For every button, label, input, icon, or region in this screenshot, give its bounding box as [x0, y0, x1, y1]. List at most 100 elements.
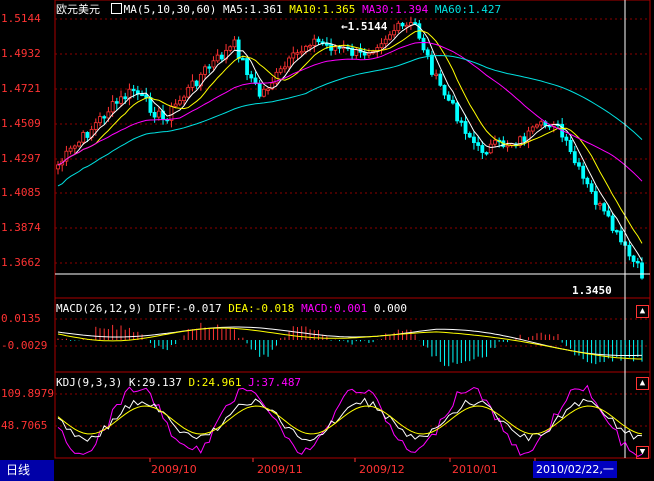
kdj-j-value: J:37.487	[248, 376, 302, 389]
candle-body	[640, 262, 644, 279]
price-axis-label: 1.4509	[1, 117, 41, 130]
candle-body	[282, 66, 287, 70]
candle-body	[400, 22, 405, 27]
candle-body	[467, 133, 472, 138]
candle-body	[295, 52, 300, 55]
candle-body	[261, 88, 266, 97]
date-axis-label: 2009/10	[151, 463, 197, 476]
candle-body	[505, 144, 510, 148]
candle-body	[476, 142, 481, 146]
macd-macd-value: MACD:0.001	[301, 302, 368, 315]
price-axis-label: 1.4932	[1, 47, 41, 60]
candle-body	[593, 191, 598, 205]
candle-body	[438, 73, 443, 86]
ma5-value: MA5:1.361	[222, 3, 283, 16]
candle-body	[207, 66, 212, 69]
candle-body	[68, 147, 73, 152]
candle-body	[379, 43, 384, 49]
candle-body	[430, 54, 434, 75]
ma-label: MA(5,10,30,60)	[123, 3, 217, 16]
macd-diff-line	[57, 326, 642, 356]
high-arrow: ←	[341, 20, 348, 33]
candle-body	[278, 68, 283, 73]
ma-settings-icon[interactable]	[110, 3, 122, 14]
candle-body	[219, 54, 224, 60]
macd-diff-value: DIFF:-0.017	[148, 302, 222, 315]
candle-body	[308, 45, 312, 48]
candle-body	[530, 126, 535, 132]
price-axis-label: 1.5144	[1, 12, 41, 25]
price-high-marker: ←1.5144	[341, 21, 387, 33]
candle-body	[236, 39, 241, 59]
candle-body	[72, 145, 77, 149]
candle-body	[312, 38, 317, 46]
candle-body	[493, 139, 497, 145]
macd-legend: MACD(26,12,9) DIFF:-0.017 DEA:-0.018 MAC…	[56, 303, 407, 315]
candle-body	[404, 24, 409, 28]
date-axis-label: 2010/01	[452, 463, 498, 476]
candle-body	[77, 141, 81, 147]
macd-axis-label: -0.0029	[1, 339, 48, 352]
macd-axis-label: 0.0135	[1, 312, 41, 325]
macd-label: MACD(26,12,9)	[56, 302, 143, 315]
candle-body	[635, 261, 640, 264]
candle-body	[102, 116, 107, 119]
kdj-k-line	[57, 397, 643, 442]
candle-body	[425, 49, 430, 56]
candle-body	[152, 112, 157, 118]
candle-body	[585, 177, 590, 185]
candle-body	[131, 88, 136, 92]
kdj-d-line	[57, 405, 643, 435]
candle-body	[463, 121, 468, 134]
candle-body	[606, 210, 611, 217]
candle-body	[459, 120, 464, 123]
candle-body	[245, 58, 249, 76]
candle-body	[177, 100, 182, 105]
macd-dea-value: DEA:-0.018	[228, 302, 295, 315]
expand-down-icon[interactable]: ▼	[636, 446, 649, 459]
candle-body	[434, 73, 439, 76]
candle-body	[140, 93, 144, 97]
ma30-line	[57, 41, 643, 182]
chart-window[interactable]: 欧元美元 MA(5,10,30,60) MA5:1.361 MA10:1.365…	[0, 0, 654, 481]
date-axis-label: 2009/11	[257, 463, 303, 476]
ma10-line	[57, 30, 643, 244]
ma5-line	[57, 23, 643, 261]
ma60-value: MA60:1.427	[434, 3, 502, 16]
candle-body	[598, 203, 602, 206]
ma10-value: MA10:1.365	[289, 3, 356, 16]
candle-body	[182, 96, 186, 102]
price-low-value: 1.3450	[572, 284, 612, 297]
candle-body	[98, 116, 102, 124]
candle-body	[396, 22, 401, 32]
candle-body	[211, 60, 216, 68]
candle-body	[266, 88, 270, 91]
candle-body	[627, 244, 632, 257]
cursor-date-readout: 2010/02/22,一	[533, 461, 617, 478]
candle-body	[119, 96, 123, 104]
candle-body	[619, 230, 623, 243]
candle-body	[232, 39, 237, 48]
price-axis-label: 1.4297	[1, 152, 41, 165]
candle-body	[106, 111, 111, 119]
expand-up-icon[interactable]: ▲	[636, 377, 649, 390]
candle-body	[156, 110, 161, 118]
candle-body	[333, 46, 338, 51]
candle-body	[539, 121, 544, 126]
candle-body	[442, 84, 447, 96]
period-tab-daily[interactable]: 日线	[0, 460, 54, 481]
candle-body	[572, 151, 577, 164]
candle-body	[85, 132, 90, 138]
macd-dea-line	[57, 327, 642, 360]
candle-body	[93, 122, 98, 130]
price-axis-label: 1.3662	[1, 256, 41, 269]
candle-body	[535, 124, 539, 128]
candle-body	[488, 143, 493, 154]
candle-body	[56, 164, 60, 170]
kdj-k-value: K:29.137	[128, 376, 182, 389]
expand-up-icon[interactable]: ▲	[636, 305, 649, 318]
price-chart-canvas[interactable]	[0, 0, 654, 481]
candle-body	[577, 162, 581, 167]
candle-body	[324, 43, 329, 46]
candle-body	[123, 96, 128, 100]
